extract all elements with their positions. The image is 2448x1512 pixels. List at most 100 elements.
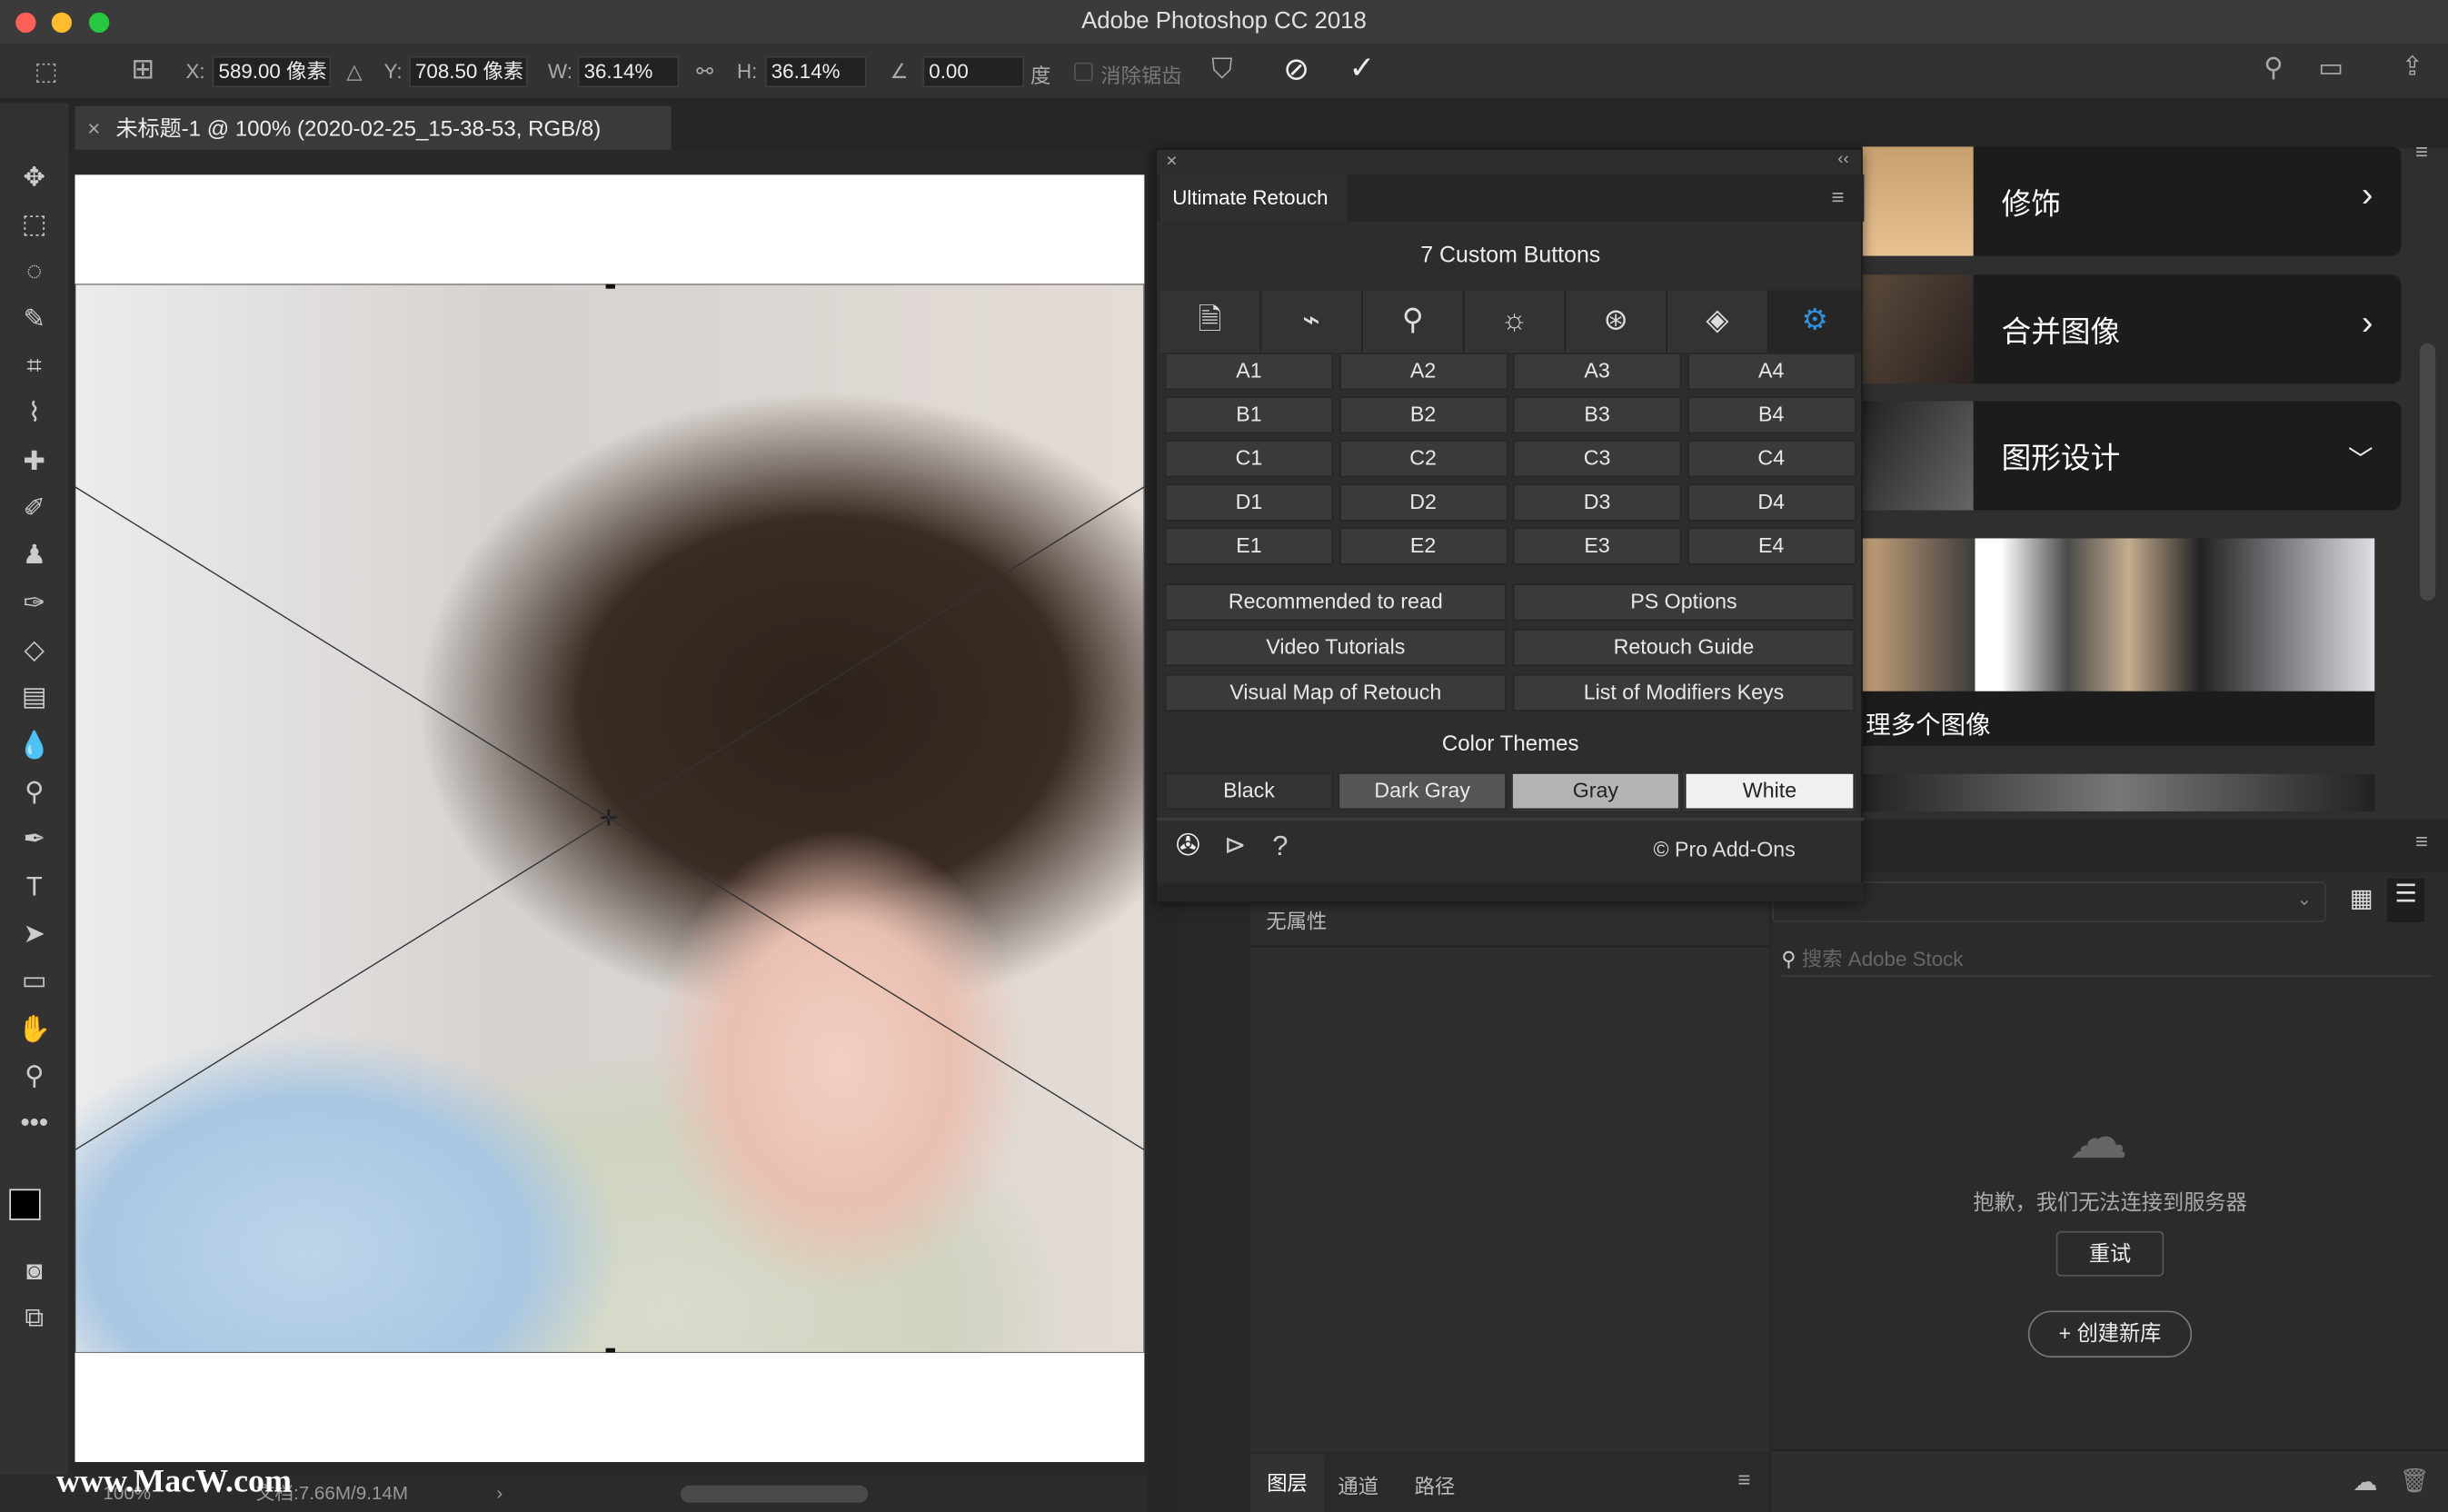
custom-button-e1[interactable]: E1 [1164,527,1334,565]
video-icon[interactable]: ⊳ [1224,831,1246,861]
rectangle-tool-icon[interactable]: ▭ [13,963,56,1000]
collapse-panel-icon[interactable]: ‹‹ [1837,150,1849,169]
grid-view-icon[interactable]: ▦ [2350,883,2373,914]
theme-white-button[interactable]: White [1684,772,1856,811]
tab-channels[interactable]: 通道 [1338,1470,1378,1500]
relative-position-icon[interactable]: △ [346,59,362,84]
custom-button-e2[interactable]: E2 [1338,527,1508,565]
height-field[interactable]: 36.14% [764,55,867,88]
stamp-tool-icon[interactable]: ♟ [13,537,56,574]
crop-tool-icon[interactable]: ⌗ [13,348,56,385]
transform-bounding-box[interactable]: ✛ [75,284,1145,1353]
commit-transform-icon[interactable]: ✓ [1348,48,1375,87]
panel-resize-handle[interactable] [1157,882,1865,902]
custom-button-d1[interactable]: D1 [1164,483,1334,522]
history-brush-icon[interactable]: ✑ [13,585,56,622]
theme-black-button[interactable]: Black [1164,772,1334,811]
help-icon[interactable]: ? [1272,831,1288,863]
layers-list[interactable] [1250,945,1769,1453]
x-field[interactable]: 589.00 像素 [212,55,332,88]
retry-button[interactable]: 重试 [2055,1230,2164,1277]
custom-button-c1[interactable]: C1 [1164,440,1334,478]
share-icon[interactable]: ⇪ [2401,52,2423,83]
pro-addons-link[interactable]: © Pro Add-Ons [1653,838,1795,861]
panel-menu-icon[interactable]: ≡ [1737,1467,1750,1491]
horizontal-scrollbar[interactable] [681,1485,869,1503]
custom-button-a4[interactable]: A4 [1687,353,1856,391]
aperture-icon[interactable]: ✇ [1176,829,1200,864]
custom-button-d4[interactable]: D4 [1687,483,1856,522]
custom-button-a1[interactable]: A1 [1164,353,1334,391]
link-button[interactable]: Video Tutorials [1164,629,1507,667]
link-button[interactable]: Recommended to read [1164,583,1507,622]
photo-layer[interactable]: ✛ [75,284,1145,1353]
search-icon[interactable]: ⚲ [1363,290,1465,353]
zoom-tool-icon[interactable]: ⚲ [13,1058,56,1095]
trash-icon[interactable]: 🗑 [2400,1467,2430,1495]
dodge-tool-icon[interactable]: ⚲ [13,774,56,811]
brightness-icon[interactable]: ☼ [1465,290,1567,353]
width-field[interactable]: 36.14% [577,55,680,88]
custom-button-b4[interactable]: B4 [1687,396,1856,434]
custom-button-e3[interactable]: E3 [1512,527,1682,565]
transform-tool-icon[interactable]: ⬚ [35,56,58,87]
learn-card-graphic-design[interactable]: 图形设计 ﹀ [1862,401,2402,511]
custom-button-c3[interactable]: C3 [1512,440,1682,478]
panel-menu-icon[interactable]: ≡ [1831,184,1844,209]
custom-button-b3[interactable]: B3 [1512,396,1682,434]
gear-icon[interactable]: ⚙ [1768,290,1861,353]
learn-card-retouch[interactable]: 修饰 › [1862,146,2402,256]
path-select-tool-icon[interactable]: ➤ [13,916,56,953]
create-library-button[interactable]: + 创建新库 [2027,1310,2193,1358]
quick-select-tool-icon[interactable]: ✎ [13,301,56,338]
minimize-window-button[interactable] [51,12,73,34]
healing-tool-icon[interactable]: ✚ [13,443,56,481]
y-field[interactable]: 708.50 像素 [409,55,528,88]
warp-icon[interactable]: ⛉ [1211,53,1232,85]
quick-mask-icon[interactable]: ◙ [13,1253,56,1290]
custom-button-d2[interactable]: D2 [1338,483,1508,522]
cancel-transform-icon[interactable]: ⊘ [1283,50,1309,89]
link-button[interactable]: Retouch Guide [1512,629,1856,667]
move-tool-icon[interactable]: ✥ [13,159,56,196]
learn-card-combine[interactable]: 合并图像 › [1862,274,2402,384]
custom-button-c2[interactable]: C2 [1338,440,1508,478]
foreground-color-swatch[interactable] [9,1189,41,1220]
pen-tool-icon[interactable]: ✒ [13,821,56,858]
screen-mode-icon[interactable]: ⧉ [13,1299,56,1337]
close-tab-icon[interactable]: × [87,115,100,140]
lasso-tool-icon[interactable]: ◌ [13,253,56,290]
cloud-sync-icon[interactable]: ☁ [2353,1467,2377,1497]
reference-point-icon[interactable]: ⊞ [131,53,154,85]
eyedropper-tool-icon[interactable]: ⌇ [13,394,56,432]
search-icon[interactable]: ⚲ [2264,53,2283,84]
tab-paths[interactable]: 路径 [1415,1470,1456,1500]
theme-dark-gray-button[interactable]: Dark Gray [1338,772,1507,811]
theme-gray-button[interactable]: Gray [1511,772,1680,811]
tab-layers[interactable]: 图层 [1250,1454,1324,1512]
diamond-icon[interactable]: ◈ [1667,290,1769,353]
link-button[interactable]: List of Modifiers Keys [1512,673,1856,712]
close-panel-icon[interactable]: × [1166,150,1177,172]
custom-button-a3[interactable]: A3 [1512,353,1682,391]
more-tools-icon[interactable]: ••• [13,1105,56,1142]
custom-button-b2[interactable]: B2 [1338,396,1508,434]
learn-scrollbar[interactable] [2420,343,2436,602]
custom-button-c4[interactable]: C4 [1687,440,1856,478]
angle-field[interactable]: 0.00 [922,55,1025,88]
custom-button-b1[interactable]: B1 [1164,396,1334,434]
stock-search-input[interactable]: ⚲ 搜索 Adobe Stock [1781,936,2434,977]
list-view-icon[interactable]: ☰ [2386,878,2425,922]
link-button[interactable]: Visual Map of Retouch [1164,673,1507,712]
pulse-icon[interactable]: ⌁ [1261,290,1363,353]
tab-ultimate-retouch[interactable]: Ultimate Retouch [1159,174,1348,222]
custom-button-a2[interactable]: A2 [1338,353,1508,391]
link-button[interactable]: PS Options [1512,583,1856,622]
close-window-button[interactable] [15,12,36,34]
type-tool-icon[interactable]: T [13,869,56,906]
status-menu-arrow-icon[interactable]: › [496,1475,503,1512]
blur-tool-icon[interactable]: 💧 [13,727,56,764]
link-icon[interactable]: ⚯ [696,59,713,84]
learn-subitem[interactable]: 理多个图像 [1862,538,2375,746]
zoom-window-button[interactable] [88,12,110,34]
